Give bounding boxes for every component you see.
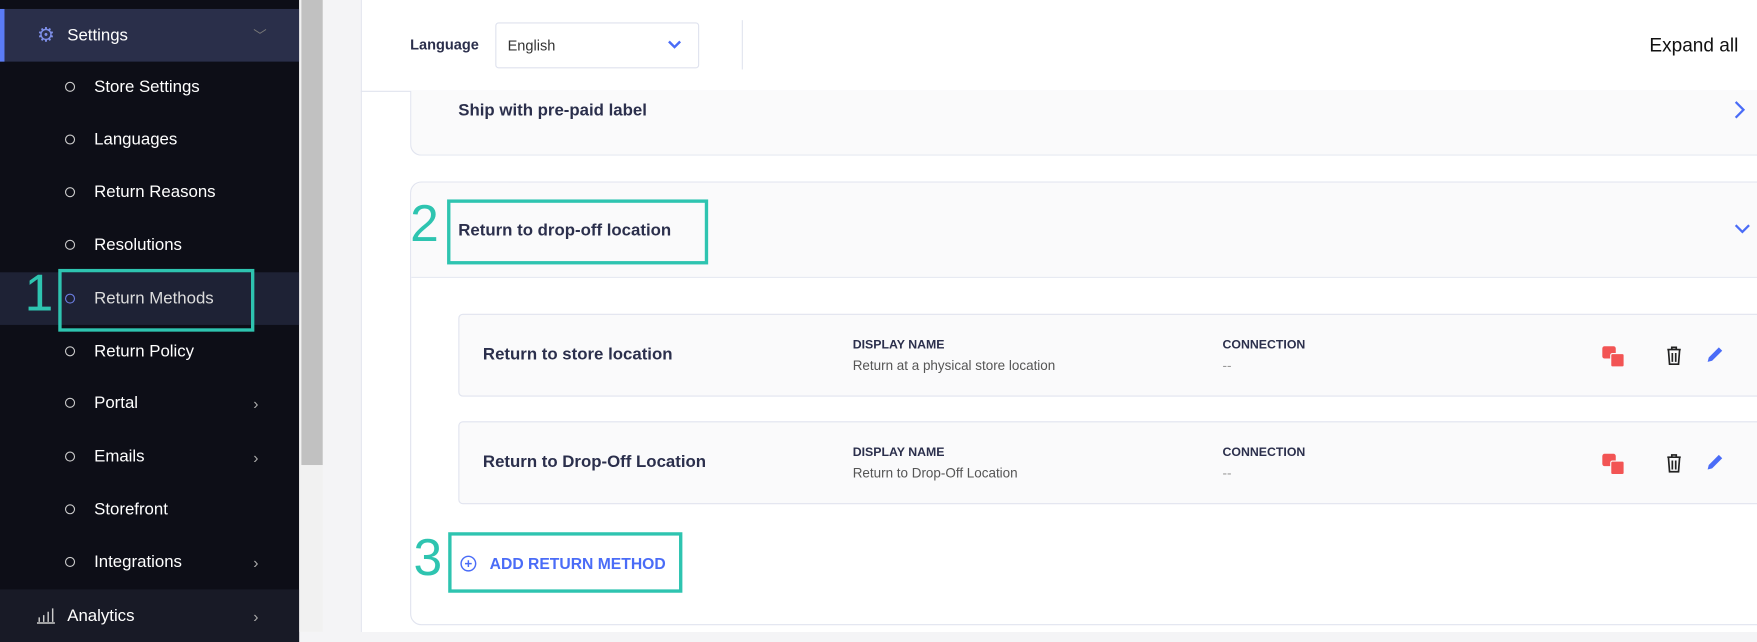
sidebar-item-store-settings[interactable]: Store Settings <box>0 61 299 114</box>
annotation-number-3: 3 <box>413 527 443 587</box>
gear-icon: ⚙ <box>36 23 56 46</box>
circle-icon <box>64 187 76 198</box>
annotation-box-3 <box>448 532 683 593</box>
circle-icon <box>64 504 76 515</box>
sidebar-item-emails[interactable]: Emails › <box>0 430 299 483</box>
chevron-down-icon <box>1734 224 1750 234</box>
sidebar-item-return-policy[interactable]: Return Policy <box>0 325 299 378</box>
circle-icon <box>64 451 76 462</box>
sidebar-item-analytics[interactable]: Analytics › <box>0 589 300 642</box>
section-ship-prepaid[interactable]: Ship with pre-paid label <box>410 90 1757 156</box>
circle-icon <box>64 239 76 250</box>
chevron-right-icon: › <box>253 606 259 625</box>
circle-icon <box>64 81 76 92</box>
circle-icon <box>64 134 76 145</box>
annotation-number-2: 2 <box>410 193 439 253</box>
trash-icon[interactable] <box>1665 345 1683 366</box>
edit-pencil-icon[interactable] <box>1705 344 1725 364</box>
language-label: Language <box>410 35 479 53</box>
circle-icon <box>64 346 76 357</box>
chevron-right-icon: › <box>253 552 259 571</box>
chevron-right-icon <box>1734 101 1746 119</box>
sidebar-item-portal[interactable]: Portal › <box>0 376 299 429</box>
annotation-box-2 <box>447 199 709 265</box>
language-select[interactable]: English <box>495 22 700 69</box>
sidebar-item-return-reasons[interactable]: Return Reasons <box>0 166 299 219</box>
sidebar-item-integrations[interactable]: Integrations › <box>0 536 299 589</box>
method-row: Return to store location DISPLAY NAME Re… <box>458 313 1757 397</box>
method-row: Return to Drop-Off Location DISPLAY NAME… <box>458 421 1757 505</box>
trash-icon[interactable] <box>1665 453 1683 473</box>
annotation-box-1 <box>58 268 255 332</box>
chevron-right-icon: › <box>253 447 259 466</box>
sidebar-item-settings[interactable]: ⚙ Settings ﹀ <box>0 8 300 62</box>
chevron-right-icon: › <box>253 393 259 412</box>
scrollbar-thumb[interactable] <box>301 0 323 466</box>
translate-icon[interactable] <box>1602 453 1625 476</box>
chevron-down-icon <box>668 40 682 49</box>
circle-icon <box>64 556 76 567</box>
annotation-number-1: 1 <box>24 263 54 322</box>
translate-icon[interactable] <box>1602 346 1625 368</box>
edit-pencil-icon[interactable] <box>1705 452 1725 472</box>
chevron-down-icon: ﹀ <box>253 28 267 44</box>
circle-icon <box>64 397 76 408</box>
sidebar-item-languages[interactable]: Languages <box>0 113 299 166</box>
divider <box>741 20 743 70</box>
sidebar-item-storefront[interactable]: Storefront <box>0 483 299 536</box>
expand-all-button[interactable]: Expand all <box>1649 35 1738 57</box>
bar-chart-icon <box>36 608 55 624</box>
